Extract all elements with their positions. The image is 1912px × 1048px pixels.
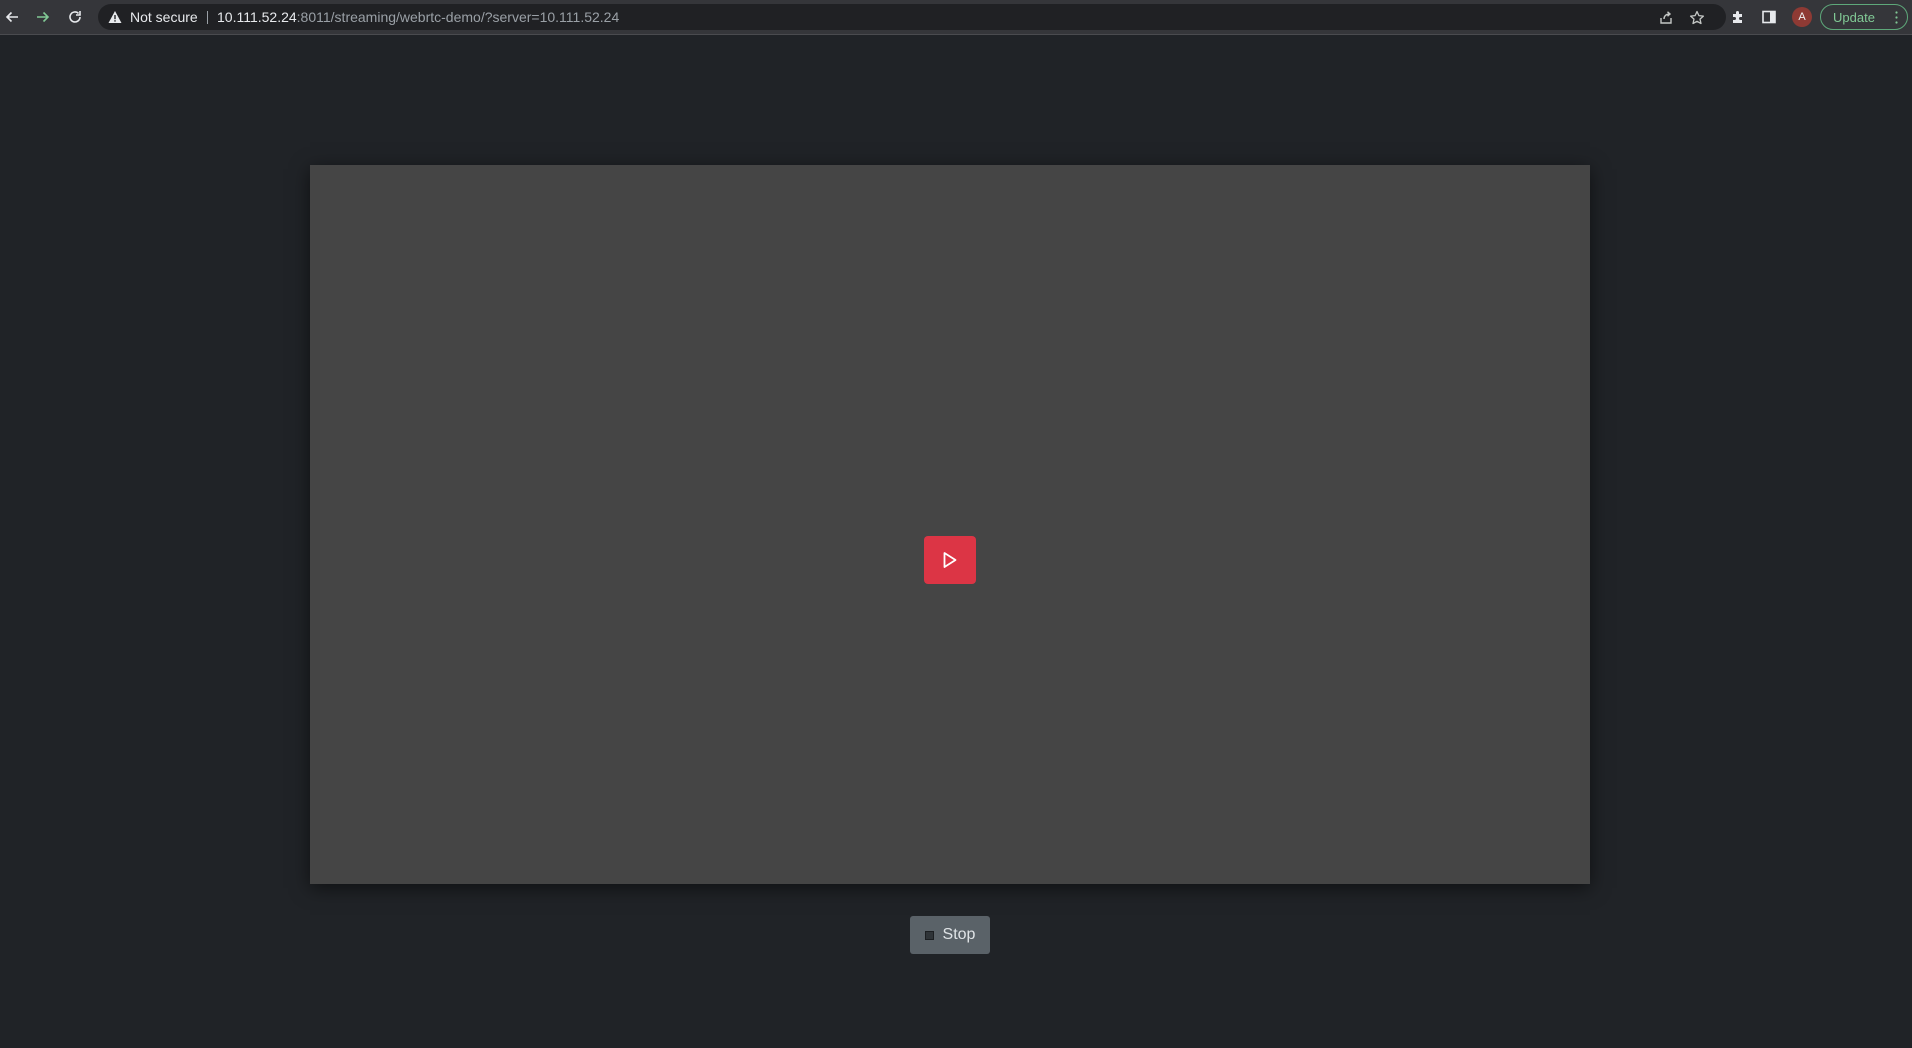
reload-icon (69, 11, 81, 23)
profile-avatar[interactable]: A (1792, 7, 1812, 27)
forward-button[interactable] (31, 5, 55, 29)
star-icon (1689, 10, 1705, 25)
browser-toolbar: Not secure 10.111.52.24:8011/streaming/w… (0, 0, 1912, 35)
more-options-icon (1895, 11, 1898, 24)
reload-button[interactable] (63, 5, 87, 29)
warning-icon (108, 11, 122, 23)
extensions-button[interactable] (1728, 7, 1748, 27)
omnibox-separator (207, 11, 208, 24)
back-arrow-icon (5, 11, 18, 23)
stop-label: Stop (942, 926, 976, 943)
update-button[interactable]: Update (1820, 4, 1908, 30)
forward-arrow-icon (37, 11, 50, 23)
share-icon (1660, 11, 1672, 24)
stop-button[interactable]: Stop (910, 916, 990, 954)
address-bar[interactable]: Not secure 10.111.52.24:8011/streaming/w… (98, 4, 1726, 30)
url-path: :8011/streaming/webrtc-demo/?server=10.1… (296, 9, 620, 25)
bookmark-button[interactable] (1688, 9, 1706, 27)
puzzle-icon (1733, 11, 1742, 23)
share-button[interactable] (1657, 9, 1675, 27)
back-button[interactable] (0, 5, 24, 29)
url-host: 10.111.52.24 (217, 9, 297, 25)
play-icon (943, 552, 957, 568)
side-panel-icon (1762, 10, 1776, 24)
update-label: Update (1833, 9, 1875, 25)
play-button[interactable] (924, 536, 976, 584)
side-panel-button[interactable] (1759, 7, 1779, 27)
video-player[interactable] (310, 165, 1590, 884)
url-text[interactable]: 10.111.52.24:8011/streaming/webrtc-demo/… (217, 9, 619, 26)
security-status-label[interactable]: Not secure (130, 9, 198, 26)
stop-icon (924, 930, 934, 940)
